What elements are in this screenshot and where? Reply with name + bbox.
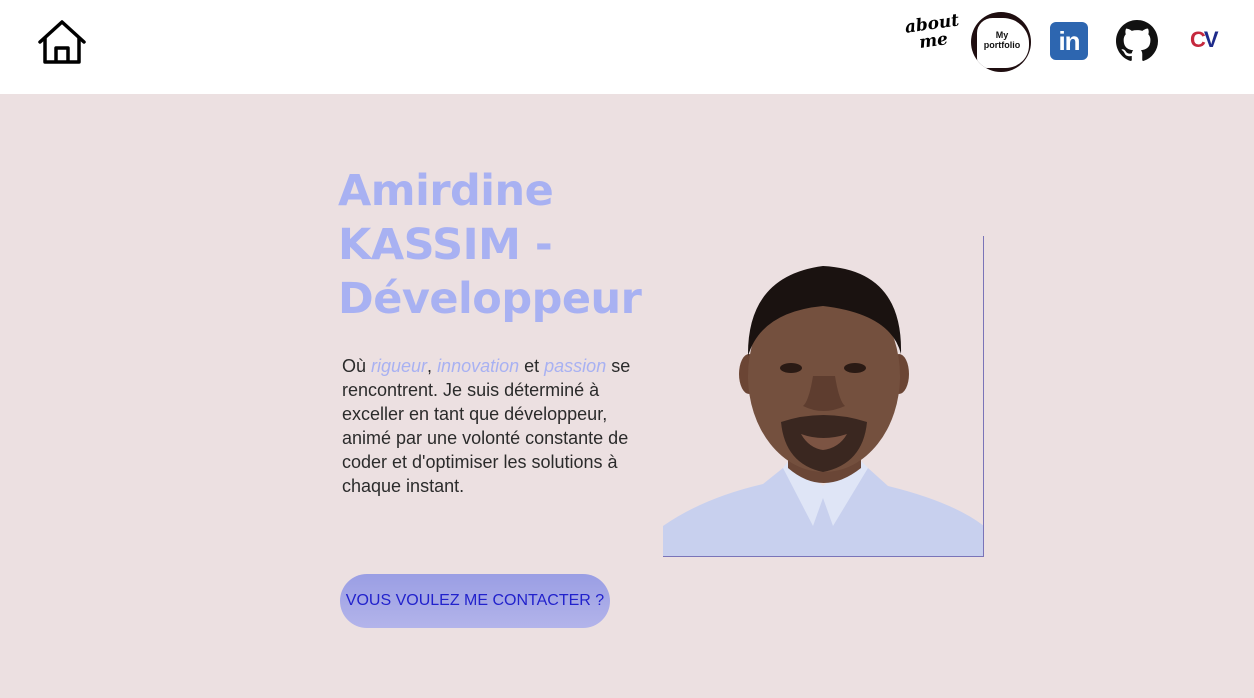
cv-letter-c: C [1190,27,1206,52]
hero-text-prefix: Où [342,356,372,376]
hero-description: Où rigueur, innovation et passion se ren… [342,354,647,498]
hero-title: Amirdine KASSIM - Développeur [338,166,642,324]
linkedin-icon[interactable]: in [1050,22,1088,60]
github-icon[interactable] [1116,20,1158,62]
keyword-innovation: innovation [437,356,520,376]
hero-text-sep1: , [427,356,438,376]
hero-text-rest: se rencontrent. Je suis déterminé à exce… [342,356,631,496]
portfolio-line2: portfolio [983,40,1021,50]
about-me-link[interactable]: about me [904,10,962,66]
top-navbar: about me My portfolio in CV [0,0,1254,94]
cv-link[interactable]: CV [1190,28,1224,52]
contact-button[interactable]: VOUS VOULEZ ME CONTACTER ? [340,574,610,628]
about-me-logo: about me [904,10,963,53]
portfolio-link[interactable]: My portfolio [971,12,1031,72]
hero-text-sep2: et [519,356,545,376]
keyword-rigueur: rigueur [371,356,428,376]
home-icon[interactable] [36,18,88,66]
cv-letter-v: V [1203,27,1219,52]
linkedin-label: in [1058,26,1080,56]
keyword-passion: passion [544,356,607,376]
portfolio-line1: My [995,30,1009,40]
profile-photo [663,236,984,557]
portfolio-logo-text: My portfolio [977,30,1027,50]
